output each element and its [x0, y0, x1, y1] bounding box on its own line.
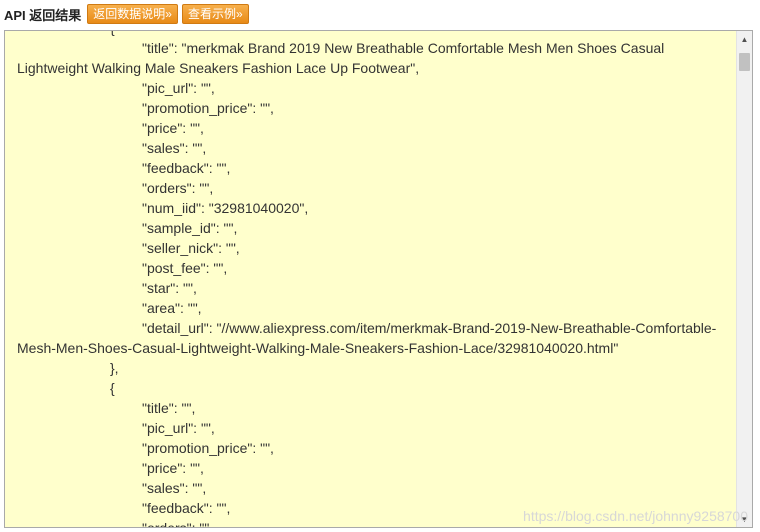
code-line: "detail_url": "//www.aliexpress.com/item…: [142, 320, 717, 336]
view-example-button[interactable]: 查看示例»: [181, 4, 249, 24]
scrollbar-thumb[interactable]: [739, 53, 750, 71]
code-line: "area": "",: [142, 300, 202, 316]
code-line: "title": "",: [142, 400, 196, 416]
code-line: "pic_url": "",: [142, 420, 215, 436]
code-line: "price": "",: [142, 460, 204, 476]
code-line: "seller_nick": "",: [142, 240, 240, 256]
code-line: "sample_id": "",: [142, 220, 238, 236]
api-result-header: API 返回结果 返回数据说明» 查看示例»: [4, 4, 249, 24]
code-line: "star": "",: [142, 280, 197, 296]
code-line: Mesh-Men-Shoes-Casual-Lightweight-Walkin…: [17, 340, 619, 356]
code-line: "sales": "",: [142, 140, 207, 156]
code-line: "promotion_price": "",: [142, 440, 274, 456]
api-result-title: API 返回结果: [4, 7, 82, 23]
code-line: "post_fee": "",: [142, 260, 228, 276]
json-result-panel[interactable]: { "title": "merkmak Brand 2019 New Breath…: [4, 30, 753, 528]
code-line: "sales": "",: [142, 480, 207, 496]
code-line: },: [110, 360, 119, 376]
json-code-block: { "title": "merkmak Brand 2019 New Breath…: [5, 31, 736, 528]
code-line: "feedback": "",: [142, 160, 231, 176]
code-line: Lightweight Walking Male Sneakers Fashio…: [17, 60, 420, 76]
vertical-scrollbar[interactable]: ▲ ▼: [736, 31, 752, 527]
scroll-down-arrow-icon[interactable]: ▼: [737, 511, 752, 527]
code-line: {: [5, 31, 736, 38]
code-line: "promotion_price": "",: [142, 100, 274, 116]
code-line: "price": "",: [142, 120, 204, 136]
code-line: "feedback": "",: [142, 500, 231, 516]
code-line: "pic_url": "",: [142, 80, 215, 96]
code-line: "orders": "",: [142, 520, 214, 528]
return-data-description-button[interactable]: 返回数据说明»: [87, 4, 178, 24]
code-line: "title": "merkmak Brand 2019 New Breatha…: [142, 40, 665, 56]
code-line: {: [110, 380, 115, 396]
code-line: "num_iid": "32981040020",: [142, 200, 309, 216]
code-line: "orders": "",: [142, 180, 214, 196]
scroll-up-arrow-icon[interactable]: ▲: [737, 31, 752, 47]
